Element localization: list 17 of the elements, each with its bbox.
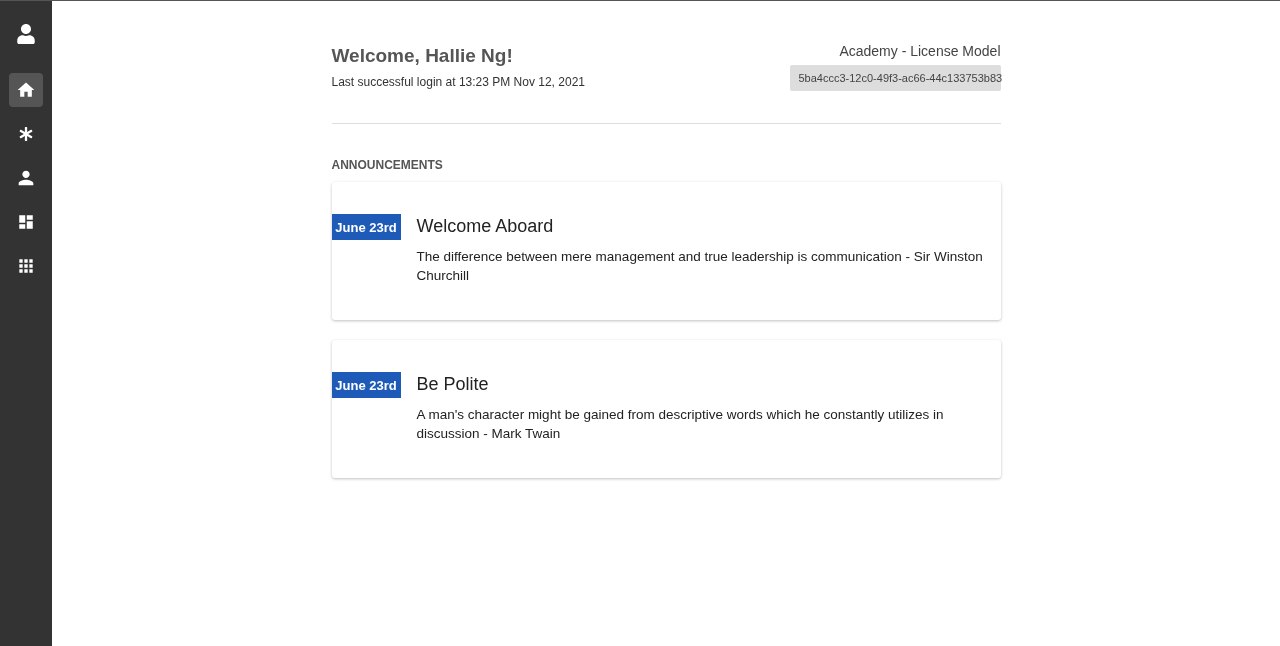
last-login-text: Last successful login at 13:23 PM Nov 12, 2021 [331, 75, 585, 89]
asterisk-icon [19, 127, 33, 141]
user-avatar-icon [16, 24, 36, 44]
date-tag: June 23rd [331, 214, 401, 240]
announcement-title: Be Polite [416, 374, 490, 395]
product-name: Academy - License Model [839, 43, 1001, 59]
announcement-text: The difference between mere management and true leadership is communication - Sir Winston Churchill [416, 248, 984, 285]
grid-icon [16, 256, 36, 276]
sidebar-nav-button[interactable] [9, 73, 43, 107]
welcome-heading: Welcome, Hallie Ng! [331, 45, 514, 67]
home-icon [16, 80, 36, 100]
dashboard-icon [17, 213, 35, 231]
date-tag: June 23rd [331, 372, 401, 398]
announcement-text: A man's character might be gained from descriptive words which he constantly utilizes in discussion - Mark Twain [416, 406, 945, 443]
announcement-title: Welcome Aboard [416, 216, 555, 237]
license-key-chip: 5ba4ccc3-12c0-49f3-ac66-44c133753b83 [789, 65, 1001, 91]
section-title: ANNOUNCEMENTS [331, 158, 444, 172]
